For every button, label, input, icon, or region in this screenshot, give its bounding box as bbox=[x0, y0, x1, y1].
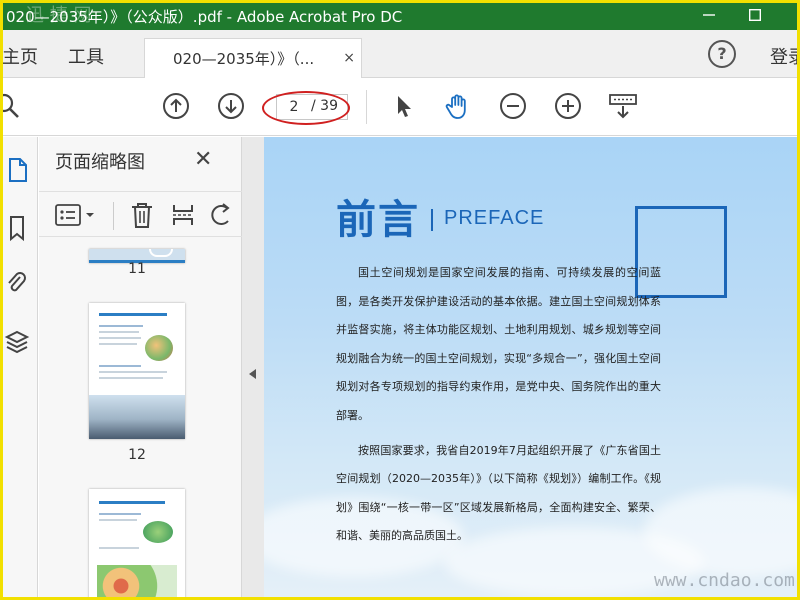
thumbnail-page-12[interactable] bbox=[89, 303, 185, 439]
select-arrow-icon[interactable] bbox=[390, 92, 418, 120]
current-page-input[interactable] bbox=[279, 97, 309, 117]
thumbnail-line bbox=[99, 325, 143, 327]
thumbnail-line bbox=[99, 371, 167, 373]
document-tab-close-button[interactable]: × bbox=[343, 50, 355, 66]
tab-tools[interactable]: 工具 bbox=[68, 43, 104, 69]
title-watermark: 迅 捷 网 bbox=[26, 5, 92, 26]
thumbnail-line bbox=[99, 547, 139, 549]
document-tab[interactable]: 020—2035年）》（... × bbox=[144, 38, 362, 78]
help-button[interactable]: ? bbox=[708, 40, 736, 68]
panel-splitter[interactable] bbox=[242, 137, 264, 600]
prev-page-icon[interactable] bbox=[162, 92, 190, 120]
thumbnail-line bbox=[99, 377, 163, 379]
toolbar: / 39 bbox=[0, 78, 800, 136]
document-body: 国土空间规划是国家空间发展的指南、可持续发展的空间蓝图，是各类开发保护建设活动的… bbox=[336, 259, 661, 551]
thumbnail-line bbox=[99, 331, 139, 333]
panel-toolbar bbox=[39, 191, 242, 237]
left-tool-rail bbox=[0, 137, 38, 600]
document-tab-label: 020—2035年）》（... bbox=[173, 50, 315, 68]
thumbnail-line bbox=[99, 519, 137, 521]
thumbnail-options-icon[interactable] bbox=[55, 204, 97, 226]
thumbnail-line bbox=[99, 513, 141, 515]
body-paragraph: 按照国家要求，我省自2019年7月起组织开展了《广东省国土空间规划（2020—2… bbox=[336, 443, 661, 543]
tab-bar: 主页 工具 020—2035年）》（... × ? 登录 bbox=[0, 30, 800, 78]
hand-tool-icon[interactable] bbox=[444, 92, 472, 120]
attachment-icon[interactable] bbox=[4, 269, 30, 299]
maximize-button[interactable] bbox=[732, 0, 778, 30]
rotate-page-icon[interactable] bbox=[211, 202, 231, 228]
thumbnail-heading bbox=[99, 313, 167, 316]
document-subheading: PREFACE bbox=[444, 207, 545, 229]
title-bar: 020—2035年）》（公众版）.pdf - Adobe Acrobat Pro… bbox=[0, 0, 800, 30]
document-view[interactable]: 前言 PREFACE 国土空间规划是国家空间发展的指南、可持续发展的空间蓝图，是… bbox=[264, 137, 800, 600]
minimize-button[interactable] bbox=[686, 0, 732, 30]
heading-divider bbox=[431, 209, 433, 231]
panel-close-button[interactable]: ✕ bbox=[194, 147, 212, 172]
toolbar-divider bbox=[366, 90, 367, 124]
insert-page-icon[interactable] bbox=[171, 202, 195, 228]
bookmark-icon[interactable] bbox=[4, 213, 30, 243]
thumbnail-line bbox=[99, 365, 141, 367]
collapse-panel-arrow-icon[interactable] bbox=[249, 369, 256, 379]
next-page-icon[interactable] bbox=[217, 92, 245, 120]
login-button[interactable]: 登录 bbox=[770, 43, 800, 69]
body-paragraph: 国土空间规划是国家空间发展的指南、可持续发展的空间蓝图，是各类开发保护建设活动的… bbox=[336, 266, 661, 422]
panel-title: 页面缩略图 bbox=[55, 152, 145, 173]
thumbnail-map bbox=[145, 335, 173, 361]
page-number-box: / 39 bbox=[276, 94, 348, 120]
document-heading: 前言 bbox=[336, 197, 420, 243]
thumbnail-city-photo bbox=[89, 395, 185, 439]
page-thumbnails-icon[interactable] bbox=[4, 155, 30, 185]
keyboard-icon[interactable] bbox=[609, 92, 637, 120]
zoom-out-icon[interactable] bbox=[499, 92, 527, 120]
page-thumbnails-panel: 页面缩略图 ✕ 11 12 bbox=[39, 137, 268, 600]
layers-icon[interactable] bbox=[4, 327, 30, 357]
maximize-icon bbox=[749, 9, 761, 21]
thumbnail-line bbox=[99, 343, 137, 345]
tab-home[interactable]: 主页 bbox=[2, 43, 38, 69]
minimize-icon bbox=[703, 14, 715, 16]
total-pages: / 39 bbox=[311, 98, 338, 114]
zoom-in-icon[interactable] bbox=[554, 92, 582, 120]
search-icon[interactable] bbox=[0, 92, 22, 120]
document-page: 前言 PREFACE 国土空间规划是国家空间发展的指南、可持续发展的空间蓝图，是… bbox=[264, 137, 798, 600]
thumbnail-line bbox=[99, 337, 141, 339]
thumbnail-map bbox=[143, 521, 173, 543]
thumbnail-label: 11 bbox=[128, 261, 146, 277]
delete-page-icon[interactable] bbox=[129, 201, 155, 229]
panel-toolbar-divider bbox=[113, 202, 114, 230]
thumbnail-heading bbox=[99, 501, 165, 504]
thumbnail-label: 12 bbox=[128, 447, 146, 463]
thumbnail-page-13[interactable] bbox=[89, 489, 185, 600]
site-watermark: www.cndao.com bbox=[654, 570, 795, 591]
thumbnail-map-large bbox=[97, 565, 177, 600]
